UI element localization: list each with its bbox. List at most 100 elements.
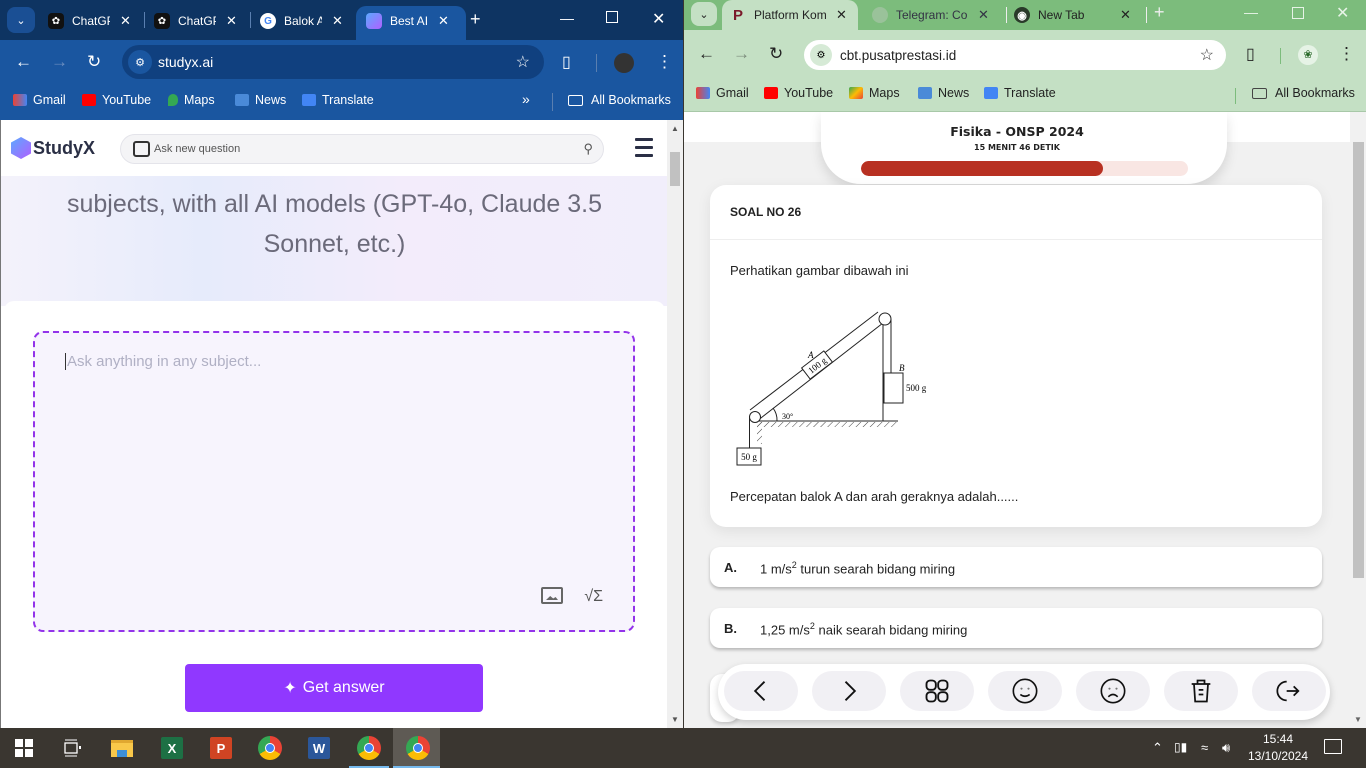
previous-question-button[interactable] [724, 671, 798, 711]
forward-button[interactable]: → [51, 52, 68, 72]
exit-exam-button[interactable] [1252, 671, 1326, 711]
system-clock[interactable]: 15:44 13/10/2024 [1242, 731, 1314, 765]
question-grid-button[interactable] [900, 671, 974, 711]
close-tab-icon[interactable]: ✕ [120, 13, 131, 29]
confident-button[interactable] [988, 671, 1062, 711]
word-button[interactable]: W [305, 734, 333, 762]
math-formula-icon[interactable]: √Σ [584, 588, 603, 606]
task-view-button[interactable] [58, 734, 86, 762]
new-tab-button[interactable]: + [470, 9, 481, 30]
vertical-scrollbar[interactable]: ▲ ▼ [667, 120, 683, 728]
search-icon[interactable]: ⚲ [583, 141, 593, 157]
tab-telegram[interactable]: Telegram: Co ✕ [872, 5, 989, 25]
all-bookmarks-button[interactable]: All Bookmarks [568, 93, 671, 107]
menu-kebab-icon[interactable]: ⋮ [1338, 44, 1355, 64]
reload-button[interactable]: ↻ [87, 52, 101, 72]
forward-button[interactable]: → [733, 44, 750, 64]
profile-avatar[interactable] [614, 53, 634, 73]
bookmark-news[interactable]: News [235, 93, 286, 107]
scrollbar-thumb[interactable] [1353, 142, 1364, 578]
tab-chatgpt-2[interactable]: ✿ ChatGPT ✕ [154, 8, 237, 34]
chatgpt-icon: ✿ [48, 13, 64, 29]
block-b-label: B [899, 363, 905, 373]
extensions-icon[interactable]: ▯ [1246, 44, 1255, 64]
close-window-button[interactable]: ✕ [652, 9, 665, 29]
maximize-button[interactable] [606, 11, 618, 23]
maximize-button[interactable] [1292, 7, 1304, 19]
back-button[interactable]: ← [698, 44, 715, 64]
chrome-button-1[interactable] [256, 734, 284, 762]
bookmark-star-icon[interactable]: ☆ [516, 52, 530, 72]
wifi-icon[interactable]: ≈ [1201, 740, 1208, 755]
site-info-icon[interactable]: ⚙ [810, 44, 832, 66]
bookmark-maps[interactable]: Maps [168, 93, 215, 107]
bookmark-translate[interactable]: Translate [302, 93, 374, 107]
show-hidden-icons-button[interactable]: ⌃ [1152, 740, 1163, 756]
minimize-button[interactable]: — [1244, 4, 1258, 20]
word-icon: W [308, 737, 330, 759]
bookmark-youtube[interactable]: YouTube [764, 86, 833, 100]
tab-new-tab[interactable]: ◉ New Tab ✕ [1014, 5, 1131, 25]
scroll-down-arrow[interactable]: ▼ [1354, 715, 1362, 724]
tab-separator [144, 12, 145, 28]
tab-chatgpt-1[interactable]: ✿ ChatGPT ✕ [48, 8, 131, 34]
studyx-logo[interactable]: StudyX [11, 137, 95, 159]
start-button[interactable] [10, 734, 38, 762]
clear-answer-button[interactable] [1164, 671, 1238, 711]
answer-option-b[interactable]: B. 1,25 m/s2 naik searah bidang miring [710, 608, 1322, 648]
address-bar[interactable]: ⚙ cbt.pusatprestasi.id ☆ [804, 40, 1226, 70]
all-bookmarks-button[interactable]: All Bookmarks [1252, 86, 1355, 100]
menu-kebab-icon[interactable]: ⋮ [656, 52, 673, 72]
answer-option-a[interactable]: A. 1 m/s2 turun searah bidang miring [710, 547, 1322, 587]
volume-icon[interactable]: 🔊︎ [1222, 740, 1230, 756]
scroll-down-arrow[interactable]: ▼ [671, 715, 679, 724]
unsure-button[interactable] [1076, 671, 1150, 711]
close-tab-icon[interactable]: ✕ [226, 13, 237, 29]
chrome-icon [357, 736, 381, 760]
battery-icon[interactable]: ▯▮ [1174, 740, 1187, 754]
excel-button[interactable]: X [158, 734, 186, 762]
powerpoint-button[interactable]: P [207, 734, 235, 762]
next-question-button[interactable] [812, 671, 886, 711]
close-tab-icon[interactable]: ✕ [978, 7, 989, 23]
chrome-button-2[interactable] [355, 734, 383, 762]
bookmark-gmail[interactable]: Gmail [696, 86, 749, 100]
get-answer-button[interactable]: ✦ Get answer [185, 664, 483, 712]
reload-button[interactable]: ↻ [769, 44, 783, 64]
tab-search-button[interactable]: ⌄ [691, 2, 717, 26]
close-tab-icon[interactable]: ✕ [836, 7, 847, 23]
ask-question-search[interactable]: Ask new question ⚲ [120, 134, 604, 164]
close-tab-icon[interactable]: ✕ [332, 13, 343, 29]
notifications-icon[interactable] [1324, 739, 1342, 754]
tab-platform[interactable]: P Platform Kom ✕ [730, 5, 847, 25]
extensions-icon[interactable]: ▯ [562, 52, 571, 72]
bookmark-translate[interactable]: Translate [984, 86, 1056, 100]
close-tab-icon[interactable]: ✕ [1120, 7, 1131, 23]
close-tab-icon[interactable]: ✕ [438, 13, 449, 29]
hamburger-menu-icon[interactable] [635, 138, 653, 162]
vertical-scrollbar[interactable]: ▼ [1350, 142, 1366, 728]
minimize-button[interactable]: — [560, 10, 574, 26]
bookmark-gmail[interactable]: Gmail [13, 93, 66, 107]
image-upload-icon[interactable] [133, 141, 150, 157]
chrome-button-3[interactable] [404, 734, 432, 762]
tab-balok[interactable]: G Balok A ✕ [260, 8, 343, 34]
bookmark-maps[interactable]: Maps [849, 86, 900, 100]
site-info-icon[interactable]: ⚙ [128, 50, 152, 74]
bookmark-star-icon[interactable]: ☆ [1200, 45, 1214, 65]
scrollbar-thumb[interactable] [670, 152, 680, 186]
bookmarks-overflow-button[interactable]: » [522, 91, 530, 107]
image-upload-icon[interactable] [541, 587, 563, 604]
tab-best-ai[interactable]: Best AI ✕ [366, 8, 449, 34]
question-textarea[interactable]: Ask anything in any subject... √Σ [33, 331, 635, 632]
bookmark-youtube[interactable]: YouTube [82, 93, 151, 107]
close-window-button[interactable]: ✕ [1336, 3, 1349, 23]
bookmark-news[interactable]: News [918, 86, 969, 100]
back-button[interactable]: ← [15, 52, 32, 72]
file-explorer-button[interactable] [108, 734, 136, 762]
scroll-up-arrow[interactable]: ▲ [671, 124, 679, 133]
address-bar[interactable]: ⚙ studyx.ai ☆ [122, 45, 544, 79]
profile-avatar[interactable]: ❀ [1298, 45, 1318, 65]
tab-search-button[interactable]: ⌄ [7, 7, 35, 33]
new-tab-button[interactable]: + [1154, 2, 1165, 23]
